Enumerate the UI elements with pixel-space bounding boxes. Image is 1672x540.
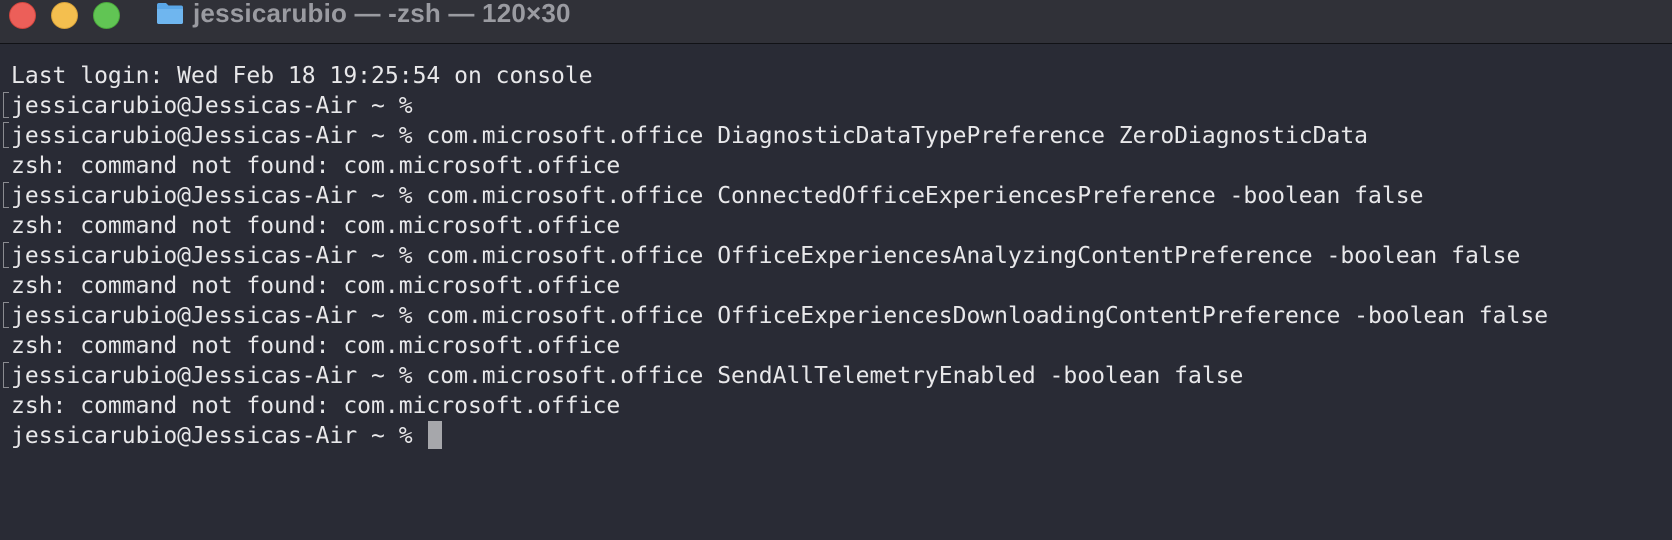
- prompt-text: jessicarubio@Jessicas-Air ~ %: [11, 423, 427, 449]
- error-line: zsh: command not found: com.microsoft.of…: [11, 271, 1548, 301]
- zoom-button[interactable]: [93, 2, 120, 29]
- line-text: jessicarubio@Jessicas-Air ~ % com.micros…: [11, 303, 1549, 329]
- prompt-mark: [3, 302, 9, 328]
- window-title-group: jessicarubio — -zsh — 120×30: [156, 0, 571, 28]
- line-text: zsh: command not found: com.microsoft.of…: [11, 213, 621, 239]
- title-bar[interactable]: jessicarubio — -zsh — 120×30: [0, 0, 1672, 44]
- line-text: zsh: command not found: com.microsoft.of…: [11, 393, 621, 419]
- error-line: zsh: command not found: com.microsoft.of…: [11, 151, 1548, 181]
- prompt-mark: [3, 122, 9, 148]
- line-text: jessicarubio@Jessicas-Air ~ % com.micros…: [11, 363, 1244, 389]
- command-line: jessicarubio@Jessicas-Air ~ % com.micros…: [3, 301, 1549, 331]
- line-text: zsh: command not found: com.microsoft.of…: [11, 333, 621, 359]
- prompt-mark: [3, 362, 9, 388]
- terminal-lines: Last login: Wed Feb 18 19:25:54 on conso…: [3, 61, 1549, 451]
- active-prompt-line[interactable]: jessicarubio@Jessicas-Air ~ %: [11, 421, 1548, 451]
- line-text: zsh: command not found: com.microsoft.of…: [11, 153, 621, 179]
- command-line: jessicarubio@Jessicas-Air ~ %: [3, 91, 1548, 121]
- terminal-window: jessicarubio — -zsh — 120×30 Last login:…: [0, 0, 1672, 540]
- command-line: jessicarubio@Jessicas-Air ~ % com.micros…: [3, 361, 1548, 391]
- text-cursor[interactable]: [428, 421, 443, 449]
- line-text: jessicarubio@Jessicas-Air ~ % com.micros…: [11, 183, 1424, 209]
- line-text: jessicarubio@Jessicas-Air ~ % com.micros…: [11, 123, 1369, 149]
- login-line: Last login: Wed Feb 18 19:25:54 on conso…: [11, 61, 1548, 91]
- folder-icon: [156, 1, 184, 25]
- prompt-mark: [3, 182, 9, 208]
- error-line: zsh: command not found: com.microsoft.of…: [11, 331, 1548, 361]
- command-line: jessicarubio@Jessicas-Air ~ % com.micros…: [3, 121, 1548, 151]
- window-title: jessicarubio — -zsh — 120×30: [193, 0, 571, 28]
- window-controls: [9, 2, 120, 29]
- command-line: jessicarubio@Jessicas-Air ~ % com.micros…: [3, 181, 1548, 211]
- prompt-mark: [3, 242, 9, 268]
- line-text: jessicarubio@Jessicas-Air ~ % com.micros…: [11, 243, 1521, 269]
- terminal-output[interactable]: Last login: Wed Feb 18 19:25:54 on conso…: [0, 45, 1672, 540]
- minimize-button[interactable]: [51, 2, 78, 29]
- close-button[interactable]: [9, 2, 36, 29]
- error-line: zsh: command not found: com.microsoft.of…: [11, 211, 1548, 241]
- error-line: zsh: command not found: com.microsoft.of…: [11, 391, 1548, 421]
- prompt-mark: [3, 92, 9, 118]
- line-text: Last login: Wed Feb 18 19:25:54 on conso…: [11, 63, 593, 89]
- line-text: zsh: command not found: com.microsoft.of…: [11, 273, 621, 299]
- line-text: jessicarubio@Jessicas-Air ~ %: [11, 93, 427, 119]
- command-line: jessicarubio@Jessicas-Air ~ % com.micros…: [3, 241, 1548, 271]
